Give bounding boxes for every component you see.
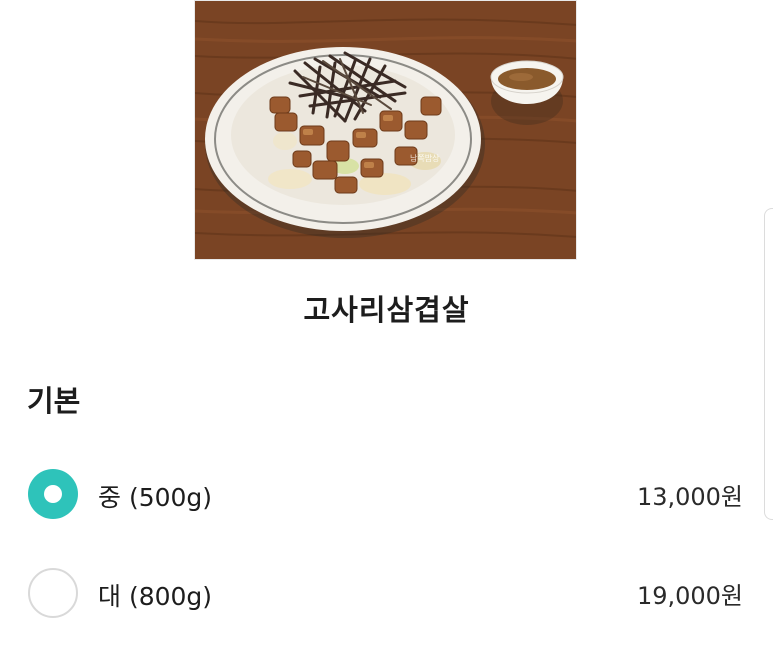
radio-selected-icon[interactable]	[28, 469, 78, 519]
menu-photo: 남쪽밥상	[194, 0, 577, 260]
option-label: 대 (800g)	[98, 582, 213, 611]
option-section-title: 기본	[27, 384, 81, 418]
option-price: 13,000원	[636, 483, 743, 511]
option-price: 19,000원	[636, 582, 743, 610]
option-row-medium[interactable]: 중 (500g) 13,000원	[0, 466, 773, 526]
menu-title: 고사리삼겹살	[303, 293, 470, 327]
scrollbar-thumb[interactable]	[764, 208, 773, 520]
radio-unselected-icon[interactable]	[28, 568, 78, 618]
photo-watermark: 남쪽밥상	[410, 153, 440, 163]
option-label: 중 (500g)	[98, 483, 213, 512]
option-row-large[interactable]: 대 (800g) 19,000원	[0, 565, 773, 625]
